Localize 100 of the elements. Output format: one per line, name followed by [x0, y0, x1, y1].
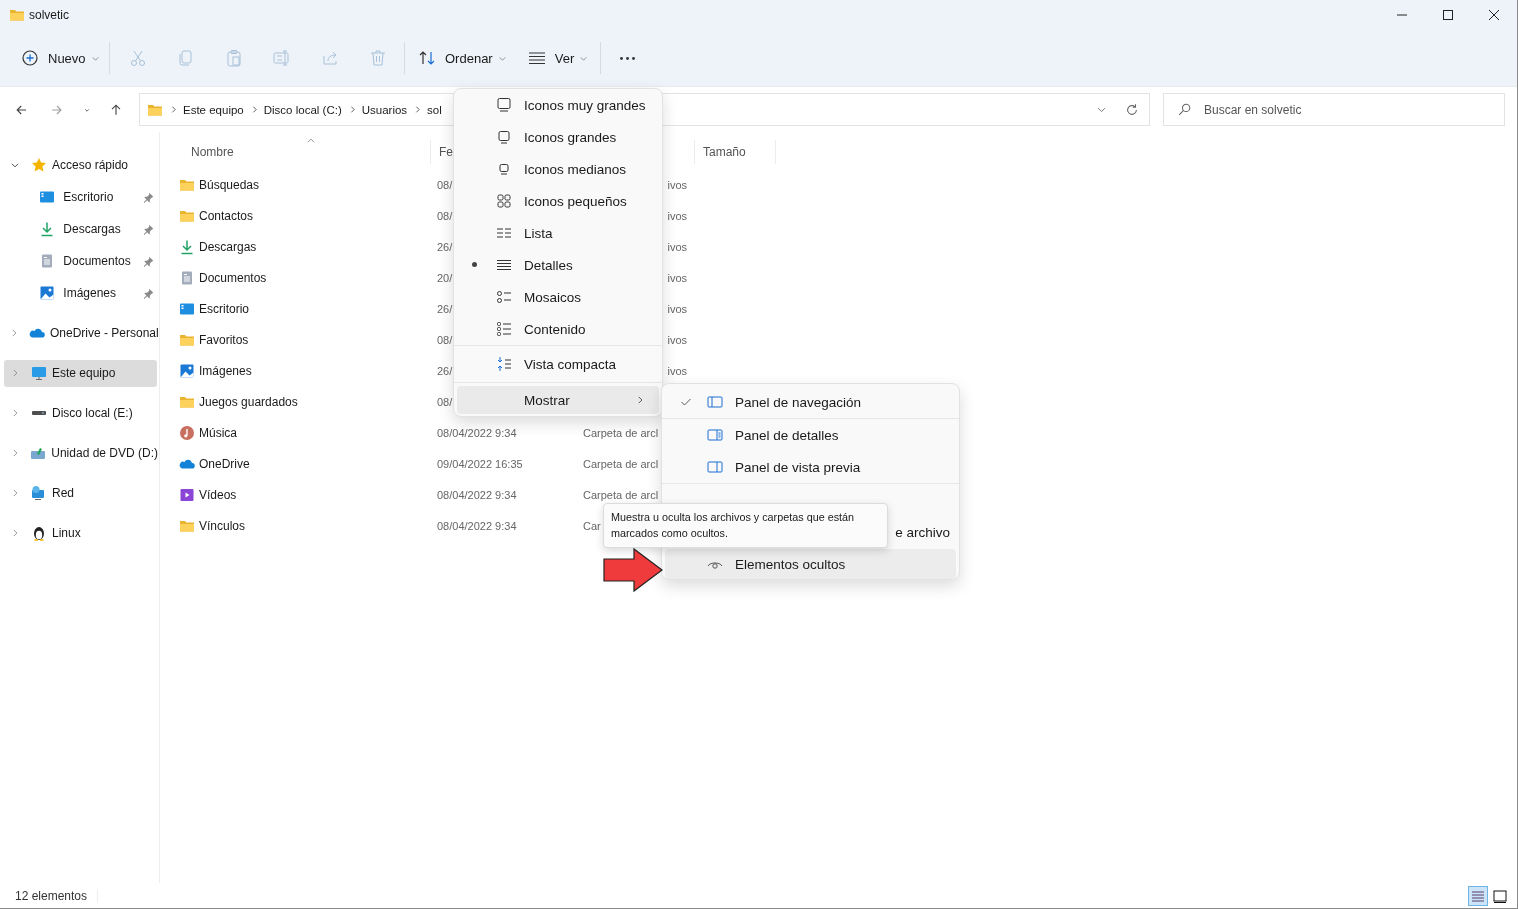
file-name[interactable]: Búsquedas	[199, 177, 260, 192]
pin-icon	[143, 223, 154, 235]
menu-item[interactable]: Mosaicos	[454, 281, 662, 313]
clipboard-icon	[224, 48, 244, 68]
file-name[interactable]: Descargas	[199, 239, 257, 254]
column-header[interactable]: Nombre	[191, 145, 234, 159]
menu-item[interactable]: Iconos pequeños	[454, 185, 662, 217]
file-type: ivos	[667, 302, 687, 315]
sidebar-item[interactable]: Descargas	[4, 215, 157, 243]
sidebar-item[interactable]: OneDrive - Personal	[4, 319, 158, 347]
file-type: Car	[583, 519, 601, 532]
preview-pane-icon	[707, 459, 723, 475]
search-placeholder: Buscar en solvetic	[1204, 102, 1302, 117]
trash-icon	[368, 48, 388, 68]
new-button[interactable]: Nuevo	[14, 40, 106, 76]
menu-item[interactable]: Panel de navegación	[735, 394, 862, 410]
download-icon	[39, 221, 55, 237]
details-pane-icon	[707, 427, 723, 443]
breadcrumb[interactable]: sol	[427, 103, 442, 116]
file-name[interactable]: Música	[199, 425, 237, 440]
folder-icon	[9, 7, 25, 23]
sidebar-item[interactable]: Escritorio	[4, 183, 157, 211]
sidebar-item[interactable]: Disco local (E:)	[4, 399, 157, 427]
pin-icon	[143, 191, 154, 203]
breadcrumb-chevron-icon	[169, 105, 178, 114]
file-name[interactable]: Vínculos	[199, 518, 246, 533]
date-modified: 08/04/2022 9:34	[437, 488, 517, 501]
file-type: ivos	[667, 240, 687, 253]
sort-button[interactable]: Ordenar	[407, 40, 517, 76]
menu-item[interactable]: e archivo	[895, 524, 950, 540]
expand-chevron-icon	[10, 408, 20, 418]
file-name[interactable]: Vídeos	[199, 487, 237, 502]
large-icons-icon	[496, 129, 512, 145]
menu-item[interactable]: Vista compacta	[454, 346, 662, 382]
music-icon	[179, 424, 195, 441]
search-field[interactable]: Buscar en solvetic	[1163, 93, 1505, 126]
menu-item[interactable]: Elementos ocultos	[665, 549, 956, 579]
drive-icon	[31, 410, 47, 416]
compact-view-icon	[496, 356, 512, 372]
file-name[interactable]: Favoritos	[199, 332, 249, 347]
file-name[interactable]: Imágenes	[199, 363, 252, 378]
column-header[interactable]: Tamaño	[703, 145, 746, 159]
date-modified: 08/	[437, 395, 453, 408]
sidebar-item[interactable]: Imágenes	[4, 279, 157, 307]
sidebar-item[interactable]: Este equipo	[4, 359, 157, 387]
sidebar-item[interactable]: Red	[4, 479, 157, 507]
disc-drive-icon	[30, 445, 47, 461]
document-icon	[179, 269, 195, 286]
menu-item[interactable]: Lista	[454, 217, 662, 249]
list-icon	[496, 225, 512, 241]
large-icons-view-icon	[1492, 887, 1508, 904]
file-name[interactable]: OneDrive	[199, 456, 250, 471]
maximize-icon	[1443, 10, 1453, 20]
file-name[interactable]: Juegos guardados	[199, 394, 298, 409]
menu-item[interactable]: Panel de vista previa	[735, 459, 861, 475]
tiles-icon	[496, 289, 512, 305]
tooltip-text: Muestra u oculta los archivos y carpetas que están marcados como ocultos.	[611, 510, 856, 541]
picture-icon	[39, 285, 55, 301]
submenu-item[interactable]: Mostrar	[457, 386, 659, 414]
desktop-icon	[39, 189, 55, 205]
breadcrumb[interactable]: Este equipo	[183, 103, 244, 116]
menu-item[interactable]: Panel de detalles	[735, 427, 839, 443]
menu-item[interactable]: Detalles	[454, 249, 662, 281]
submenu-chevron-icon	[635, 395, 645, 405]
pin-icon	[143, 287, 154, 299]
sidebar-item[interactable]: Linux	[4, 519, 157, 547]
date-modified: 26/	[437, 302, 453, 315]
rename-icon	[272, 48, 292, 68]
sidebar-item[interactable]: Documentos	[4, 247, 157, 275]
extra-large-icons-icon	[496, 97, 512, 113]
sidebar-item[interactable]: Unidad de DVD (D:)	[4, 439, 158, 467]
date-modified: 08/04/2022 9:34	[437, 426, 517, 439]
view-button[interactable]: Ver	[516, 40, 599, 76]
expand-chevron-icon	[9, 328, 19, 338]
date-modified: 08/	[437, 333, 453, 346]
file-type: Carpeta de arcl	[583, 457, 659, 470]
date-modified: 08/	[437, 178, 453, 191]
video-icon	[179, 486, 195, 503]
arrow-annotation-icon	[602, 547, 664, 593]
column-header[interactable]: Fe	[439, 145, 453, 159]
navigation-pane-icon	[707, 394, 723, 410]
star-icon	[31, 157, 47, 173]
file-name[interactable]: Contactos	[199, 208, 254, 223]
window-title: solvetic	[29, 8, 69, 22]
file-type: ivos	[667, 178, 687, 191]
menu-item[interactable]: Contenido	[454, 313, 662, 345]
breadcrumb[interactable]: Disco local (C:)	[263, 103, 342, 116]
document-icon	[39, 253, 55, 269]
sidebar-item[interactable]: Acceso rápido	[4, 151, 157, 179]
monitor-icon	[31, 365, 47, 381]
breadcrumb[interactable]: Usuarios	[361, 103, 408, 116]
file-name[interactable]: Escritorio	[199, 301, 249, 316]
details-icon	[496, 257, 512, 273]
menu-item[interactable]: Iconos medianos	[454, 153, 662, 185]
file-type: Carpeta de arcl	[583, 426, 659, 439]
refresh-icon	[1125, 102, 1139, 117]
file-name[interactable]: Documentos	[199, 270, 267, 285]
file-type: ivos	[667, 364, 687, 377]
plus-icon	[20, 48, 40, 68]
pin-icon	[143, 255, 154, 267]
